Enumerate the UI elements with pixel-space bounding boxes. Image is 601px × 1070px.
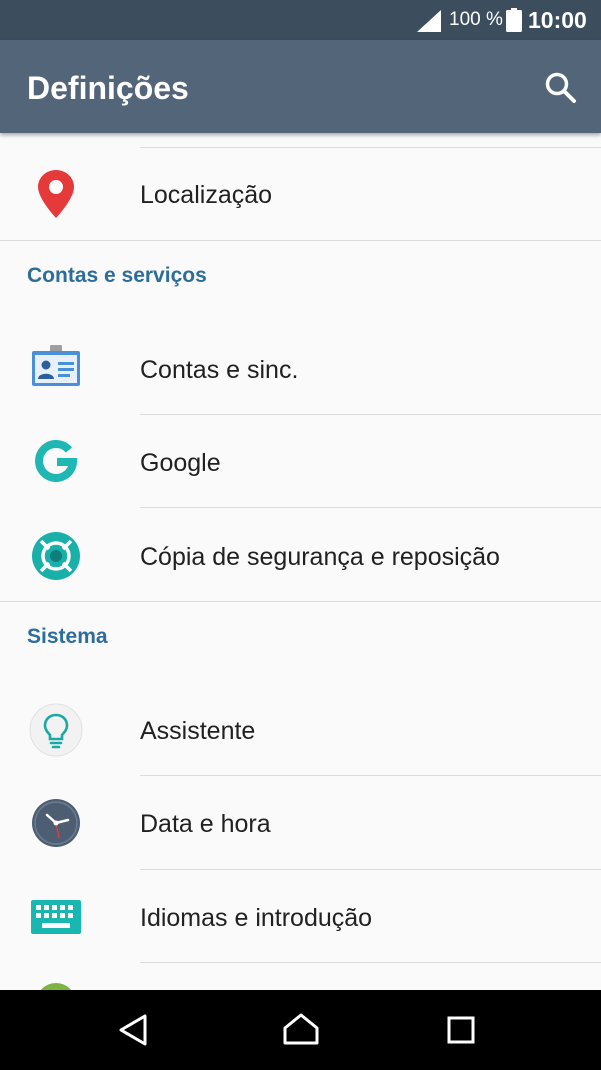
clock-icon: [28, 795, 84, 851]
recents-icon[interactable]: [437, 1006, 485, 1054]
section-header-system: Sistema: [27, 625, 108, 648]
settings-item-location[interactable]: Localização: [0, 147, 601, 240]
settings-item-label: Google: [140, 449, 221, 477]
divider: [140, 962, 601, 963]
divider: [140, 507, 601, 508]
navigation-bar: [0, 990, 601, 1070]
settings-item-google[interactable]: Google: [0, 415, 601, 508]
search-icon[interactable]: [543, 70, 579, 106]
partial-next-item-icon: [36, 983, 76, 990]
status-bar: 100 % 10:00: [0, 0, 601, 40]
settings-item-label: Contas e sinc.: [140, 356, 299, 384]
location-pin-icon: [28, 165, 84, 221]
app-bar: Definições: [0, 40, 601, 133]
settings-item-label: Data e hora: [140, 810, 271, 838]
settings-item-label: Localização: [140, 181, 273, 209]
back-icon[interactable]: [110, 1006, 158, 1054]
settings-item-accounts-sync[interactable]: Contas e sinc.: [0, 322, 601, 415]
lightbulb-icon: [28, 702, 84, 758]
settings-list: Localização Contas e serviços Contas e s…: [0, 133, 601, 990]
signal-icon: [417, 10, 441, 37]
settings-item-label: Cópia de segurança e reposição: [140, 543, 500, 571]
settings-item-label: Idiomas e introdução: [140, 904, 373, 932]
settings-item-date-time[interactable]: Data e hora: [0, 776, 601, 869]
keyboard-icon: [28, 889, 84, 945]
settings-item-label: Assistente: [140, 717, 256, 745]
backup-reset-icon: [28, 528, 84, 584]
google-icon: [28, 434, 84, 490]
battery-icon: [506, 8, 522, 37]
divider: [0, 240, 601, 241]
home-icon[interactable]: [277, 1006, 325, 1054]
settings-item-assistant[interactable]: Assistente: [0, 683, 601, 776]
section-header-accounts: Contas e serviços: [27, 264, 207, 287]
page-title: Definições: [27, 70, 189, 106]
battery-percent: 100 %: [449, 9, 503, 30]
divider: [0, 601, 601, 602]
settings-item-languages[interactable]: Idiomas e introdução: [0, 870, 601, 963]
accounts-card-icon: [28, 341, 84, 397]
settings-item-backup[interactable]: Cópia de segurança e reposição: [0, 509, 601, 602]
clock-time: 10:00: [528, 7, 587, 33]
